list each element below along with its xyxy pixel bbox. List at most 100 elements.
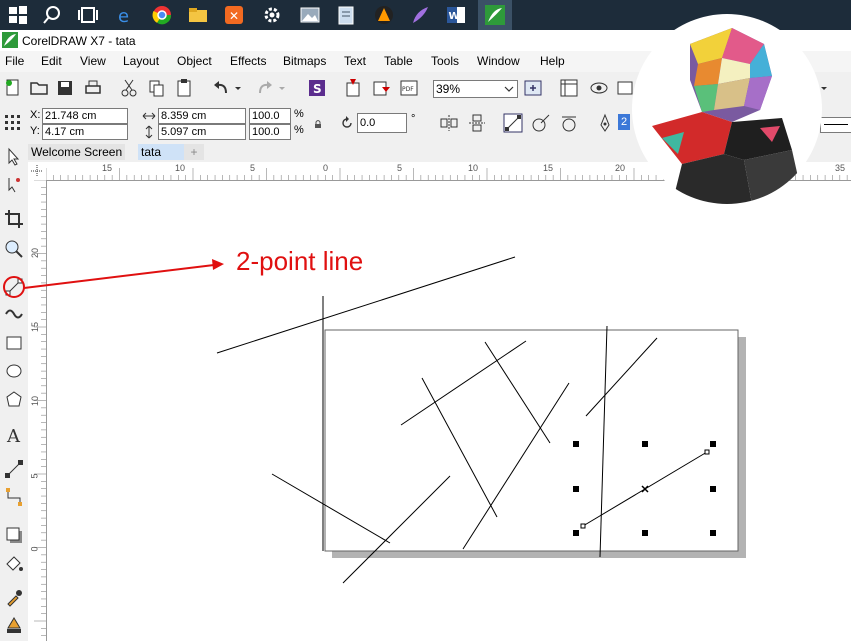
line-node[interactable] — [704, 449, 710, 455]
chrome-icon[interactable] — [152, 5, 172, 25]
outline-width-input[interactable]: 2 — [618, 114, 630, 130]
print-icon[interactable] — [82, 77, 104, 99]
connector-tool-icon[interactable] — [3, 486, 25, 508]
menu-bitmaps[interactable]: Bitmaps — [283, 54, 326, 68]
artistic-media-tool-icon[interactable] — [3, 304, 25, 326]
rotation-angle-input[interactable]: 0.0 — [357, 113, 407, 133]
windows-start-icon[interactable] — [8, 5, 28, 25]
view-options-icon[interactable] — [588, 77, 610, 99]
transparency-tool-icon[interactable] — [3, 552, 25, 574]
polygon-tool-icon[interactable] — [3, 388, 25, 410]
menu-file[interactable]: File — [5, 54, 24, 68]
rectangle-tool-icon[interactable] — [3, 332, 25, 354]
vertical-ruler[interactable]: 20 15 10 5 0 — [28, 180, 47, 641]
mirror-vertical-icon[interactable] — [466, 112, 488, 134]
y-position-value: 4.17 cm — [45, 126, 85, 138]
save-icon[interactable] — [54, 77, 76, 99]
shape-tool-icon[interactable] — [3, 174, 25, 196]
xampp-icon[interactable]: ✕ — [224, 5, 244, 25]
show-rulers-icon[interactable] — [558, 77, 580, 99]
interactive-fill-tool-icon[interactable] — [3, 614, 25, 636]
lock-ratio-icon[interactable] — [313, 119, 323, 129]
x-position-input[interactable]: 21.748 cm — [42, 108, 128, 124]
perpendicular-line-icon[interactable] — [530, 112, 552, 134]
crop-tool-icon[interactable] — [3, 208, 25, 230]
cut-icon[interactable] — [118, 77, 140, 99]
edge-browser-icon[interactable]: e — [116, 5, 136, 25]
selection-handle[interactable] — [573, 486, 579, 492]
menu-view[interactable]: View — [80, 54, 106, 68]
menu-edit[interactable]: Edit — [41, 54, 62, 68]
parallel-dimension-tool-icon[interactable] — [3, 458, 25, 480]
settings-gear-icon[interactable] — [262, 5, 282, 25]
chevron-down-icon — [504, 86, 514, 92]
eyedropper-tool-icon[interactable] — [3, 586, 25, 608]
open-folder-icon[interactable] — [28, 77, 50, 99]
two-point-line-tool-icon[interactable] — [3, 276, 25, 298]
selection-handle[interactable] — [710, 530, 716, 536]
width-input[interactable]: 8.359 cm — [158, 108, 246, 124]
menu-tools[interactable]: Tools — [431, 54, 459, 68]
search-content-icon[interactable]: S — [306, 77, 328, 99]
notes-app-icon[interactable] — [336, 5, 356, 25]
page-border — [324, 329, 739, 552]
scale-height-input[interactable]: 100.0 — [249, 124, 291, 140]
pick-tool-icon[interactable] — [3, 146, 25, 168]
line-node[interactable] — [580, 523, 586, 529]
ruler-origin-corner[interactable] — [28, 162, 47, 181]
word-icon[interactable]: W — [446, 5, 466, 25]
task-view-icon[interactable] — [78, 5, 98, 25]
menu-layout[interactable]: Layout — [123, 54, 159, 68]
selection-handle[interactable] — [710, 486, 716, 492]
scale-width-input[interactable]: 100.0 — [249, 108, 291, 124]
menu-help[interactable]: Help — [540, 54, 565, 68]
publish-pdf-icon[interactable]: PDF — [398, 77, 420, 99]
export-icon[interactable] — [370, 77, 392, 99]
text-tool-icon[interactable]: A — [3, 424, 25, 446]
menu-window[interactable]: Window — [477, 54, 520, 68]
line-mode-icon[interactable] — [502, 112, 524, 134]
vlc-icon[interactable] — [374, 5, 394, 25]
height-input[interactable]: 5.097 cm — [158, 124, 246, 140]
menu-object[interactable]: Object — [177, 54, 212, 68]
selection-handle[interactable] — [573, 441, 579, 447]
tab-welcome-screen[interactable]: Welcome Screen — [28, 144, 126, 160]
file-explorer-icon[interactable] — [188, 5, 208, 25]
ruler-v-label: 15 — [30, 321, 41, 333]
tangent-line-icon[interactable] — [558, 112, 580, 134]
menu-text[interactable]: Text — [344, 54, 366, 68]
y-position-input[interactable]: 4.17 cm — [42, 124, 128, 140]
feather-app-icon[interactable] — [410, 5, 430, 25]
menu-effects[interactable]: Effects — [230, 54, 266, 68]
new-document-icon[interactable] — [2, 77, 24, 99]
redo-icon[interactable] — [254, 77, 276, 99]
paste-icon[interactable] — [174, 77, 196, 99]
new-tab-plus-icon[interactable]: + — [184, 144, 204, 160]
object-origin-icon[interactable] — [2, 112, 24, 134]
toolbox: A — [0, 142, 29, 641]
drop-shadow-tool-icon[interactable] — [3, 524, 25, 546]
import-icon[interactable] — [342, 77, 364, 99]
taskbar-coreldraw-active[interactable] — [478, 0, 512, 30]
outline-pen-icon[interactable] — [594, 112, 616, 134]
selection-handle[interactable] — [642, 441, 648, 447]
redo-dropdown-icon[interactable] — [276, 77, 288, 99]
undo-icon[interactable] — [210, 77, 232, 99]
selection-handle[interactable] — [642, 530, 648, 536]
search-icon[interactable] — [42, 5, 62, 25]
undo-dropdown-icon[interactable] — [232, 77, 244, 99]
menu-table[interactable]: Table — [384, 54, 413, 68]
zoom-tool-icon[interactable] — [3, 238, 25, 260]
mirror-horizontal-icon[interactable] — [438, 112, 460, 134]
zoom-level-select[interactable]: 39% — [433, 80, 518, 98]
tab-tata[interactable]: tata — [138, 144, 188, 160]
selection-handle[interactable] — [573, 530, 579, 536]
line-style-select[interactable] — [820, 117, 851, 133]
copy-icon[interactable] — [146, 77, 168, 99]
svg-text:W: W — [449, 11, 460, 22]
full-screen-preview-icon[interactable] — [522, 77, 544, 99]
ellipse-tool-icon[interactable] — [3, 360, 25, 382]
selection-handle[interactable] — [710, 441, 716, 447]
drawing-canvas[interactable] — [47, 181, 851, 641]
photos-icon[interactable] — [300, 5, 320, 25]
